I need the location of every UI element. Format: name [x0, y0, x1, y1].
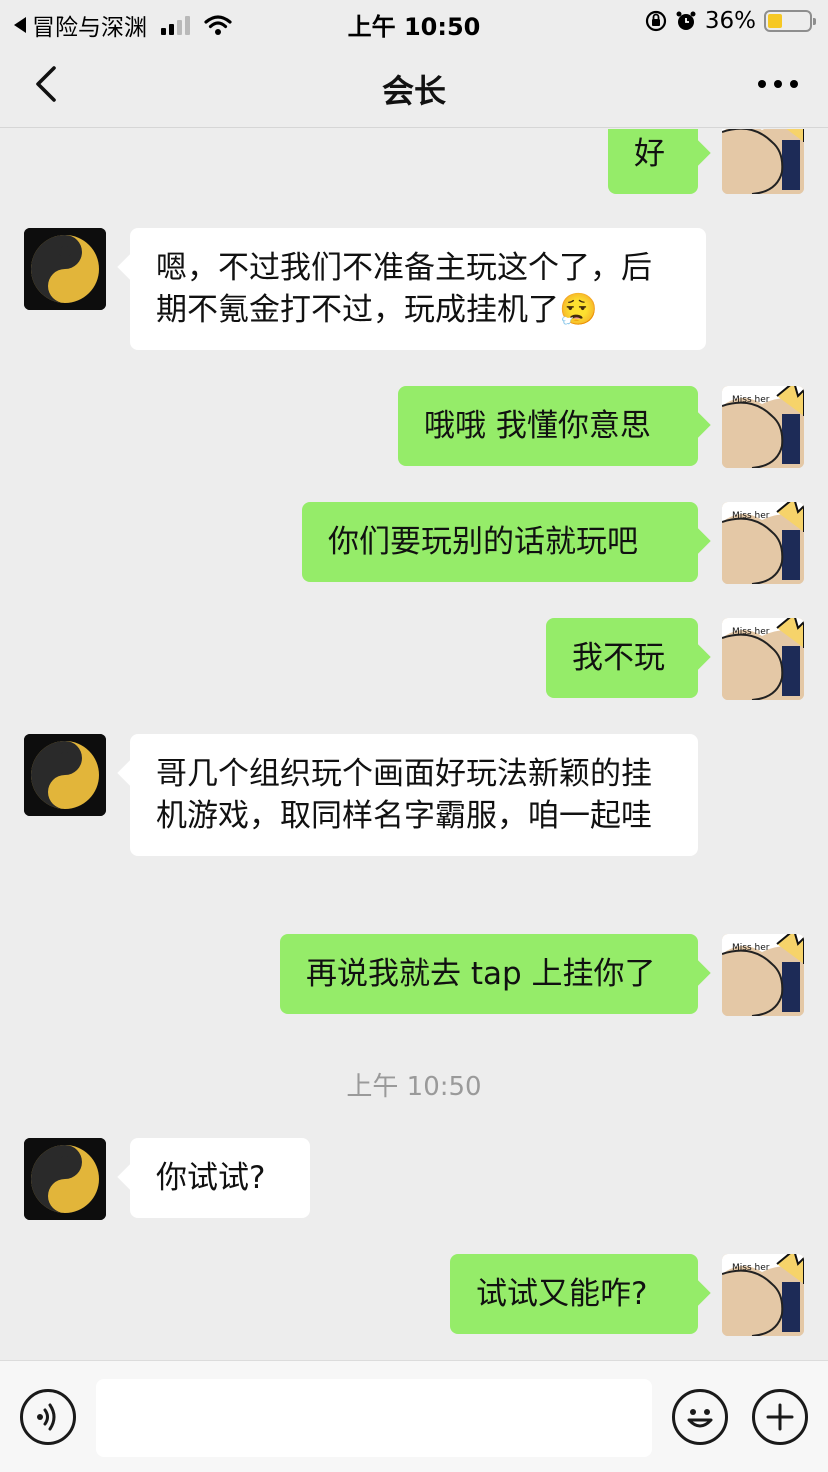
timestamp: 上午 10:50 [346, 1072, 482, 1102]
more-dots-icon[interactable] [758, 80, 798, 88]
message-bubble[interactable]: 我不玩 [546, 618, 698, 698]
message-bubble[interactable]: 再说我就去 tap 上挂你了 [280, 934, 698, 1014]
status-bar: 冒险与深渊 上午 10:50 36% [0, 0, 828, 44]
status-right: 36% [645, 8, 816, 34]
message-input[interactable] [96, 1379, 652, 1457]
input-bar [0, 1360, 828, 1472]
emoji-icon[interactable] [672, 1389, 728, 1445]
message-bubble[interactable]: 试试又能咋? [450, 1254, 698, 1334]
message-bubble[interactable]: 嗯，不过我们不准备主玩这个了，后期不氪金打不过，玩成挂机了😮‍💨 [130, 228, 706, 350]
svg-text:Miss her: Miss her [732, 627, 770, 637]
plus-icon[interactable] [752, 1389, 808, 1445]
my-avatar[interactable]: Miss her [722, 129, 804, 194]
contact-avatar[interactable] [24, 228, 106, 310]
svg-text:Miss her: Miss her [732, 511, 770, 521]
battery-fill [768, 14, 783, 28]
message-bubble[interactable]: 你们要玩别的话就玩吧 [302, 502, 698, 582]
message-bubble[interactable]: 哥几个组织玩个画面好玩法新颖的挂机游戏，取同样名字霸服，咱一起哇 [130, 734, 698, 856]
message-bubble[interactable]: 好 [608, 129, 698, 194]
orientation-lock-icon [645, 10, 666, 32]
my-avatar[interactable]: Miss her [722, 618, 804, 700]
battery-percent: 36% [704, 8, 756, 34]
svg-text:Miss her: Miss her [732, 395, 770, 405]
message-bubble[interactable]: 哦哦 我懂你意思 [398, 386, 698, 466]
svg-text:Miss her: Miss her [732, 943, 770, 953]
battery-icon [764, 10, 816, 32]
chat-title: 会长 [381, 72, 446, 110]
nav-bar: 会长 [0, 44, 828, 128]
chat-area[interactable]: 好 Miss her 嗯，不过我们不准备主玩这个了，后期不氪金打不过，玩成挂机了… [0, 129, 828, 1359]
my-avatar[interactable]: Miss her [722, 502, 804, 584]
contact-avatar[interactable] [24, 1138, 106, 1220]
voice-icon[interactable] [20, 1389, 76, 1445]
my-avatar[interactable]: Miss her [722, 934, 804, 1016]
svg-text:Miss her: Miss her [732, 1263, 770, 1273]
my-avatar[interactable]: Miss her [722, 1254, 804, 1336]
my-avatar[interactable]: Miss her [722, 386, 804, 468]
message-bubble[interactable]: 你试试? [130, 1138, 310, 1218]
svg-text:Miss her: Miss her [732, 129, 770, 131]
contact-avatar[interactable] [24, 734, 106, 816]
alarm-icon [676, 11, 696, 30]
